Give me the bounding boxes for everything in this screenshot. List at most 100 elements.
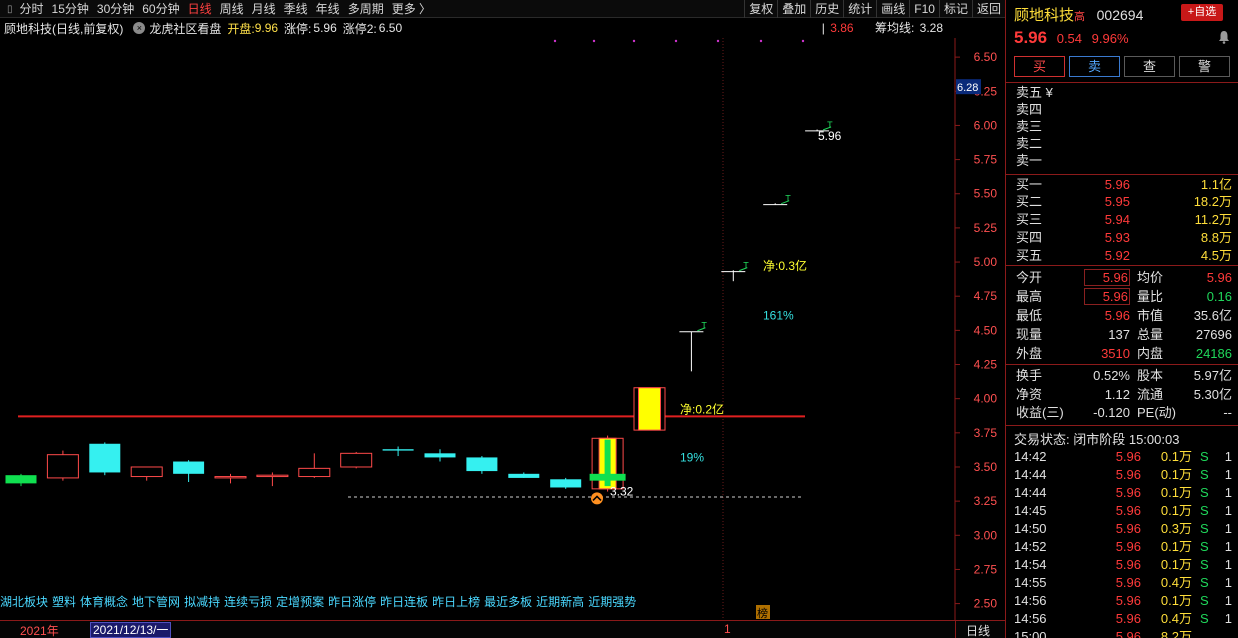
tick-volume: 0.1万 [1160, 503, 1192, 518]
tool-button[interactable]: 返回 [971, 0, 1005, 18]
query-button[interactable]: 查 [1124, 56, 1175, 77]
concept-tag[interactable]: 近期新高 [536, 593, 584, 611]
stat-row: 最低 5.96 市值 35.6亿 [1016, 306, 1232, 325]
stat-value: 5.96 [1206, 270, 1232, 285]
concept-tag[interactable]: 近期强势 [588, 593, 636, 611]
stat-value: 35.6亿 [1193, 308, 1232, 323]
tool-button[interactable]: 标记 [938, 0, 972, 18]
stat-row: 最高 5.96 量比 0.16 [1016, 287, 1232, 306]
stock-code: 002694 [1096, 7, 1144, 23]
add-watchlist-button[interactable]: +自选 [1181, 4, 1223, 21]
bid-row[interactable]: 买一 5.96 1.1亿 [1016, 176, 1232, 194]
current-date-label: 2021/12/13/一 [90, 622, 172, 638]
bid-volume: 4.5万 [1200, 248, 1232, 263]
concept-tag[interactable]: 昨日涨停 [328, 593, 376, 611]
close-indicator-icon[interactable]: × [133, 22, 146, 34]
divider [1006, 364, 1238, 365]
concept-tag[interactable]: 拟减持 [184, 593, 220, 611]
bid-row[interactable]: 买四 5.93 8.8万 [1016, 229, 1232, 247]
tick-row: 14:42 5.96 0.1万 S 1 [1014, 448, 1232, 466]
period-tab[interactable]: 年线 [312, 0, 344, 18]
tool-button[interactable]: 叠加 [777, 0, 810, 18]
stat-label: 净资 [1016, 387, 1043, 402]
ask-row[interactable]: 卖四 [1016, 101, 1232, 119]
tick-time: 14:42 [1014, 449, 1047, 464]
tick-time: 14:52 [1014, 539, 1047, 554]
bell-icon[interactable] [1218, 30, 1230, 44]
period-tab[interactable]: 月线 [248, 0, 280, 18]
concept-tag[interactable]: 最近多板 [484, 593, 532, 611]
tick-volume: 0.1万 [1160, 467, 1192, 482]
tick-time: 14:56 [1014, 611, 1047, 626]
indicator-name[interactable]: 龙虎社区看盘 [149, 20, 221, 37]
tick-time: 14:55 [1014, 575, 1047, 590]
tool-button[interactable]: 画线 [876, 0, 909, 18]
stat-value: 5.96 [1084, 269, 1130, 286]
alert-button[interactable]: 警 [1179, 56, 1230, 77]
avg-cost-value: 3.28 [919, 21, 943, 35]
stat-value: 5.30亿 [1193, 387, 1232, 402]
bid-row[interactable]: 买三 5.94 11.2万 [1016, 211, 1232, 229]
period-tab[interactable]: 多周期 [344, 0, 388, 18]
tool-button[interactable]: 复权 [744, 0, 777, 18]
tick-price: 5.96 [1115, 557, 1141, 572]
concept-tag[interactable]: 体育概念 [80, 593, 128, 611]
period-tab[interactable]: 15分钟 [48, 0, 93, 18]
period-label[interactable]: 日线 [966, 622, 990, 638]
sell-button[interactable]: 卖 [1069, 56, 1120, 77]
ask-row[interactable]: 卖三 [1016, 118, 1232, 136]
tick-count: 1 [1224, 467, 1232, 482]
concept-tag[interactable]: 昨日连板 [380, 593, 428, 611]
tick-price: 5.96 [1115, 593, 1141, 608]
buy-button[interactable]: 买 [1014, 56, 1065, 77]
tool-button[interactable]: 历史 [810, 0, 843, 18]
concept-tag[interactable]: 塑料 [52, 593, 76, 611]
high-price-label: 5.96 [818, 129, 842, 143]
stat-value: 5.96 [1084, 288, 1130, 305]
bid-volume: 1.1亿 [1200, 177, 1232, 192]
tick-row: 14:54 5.96 0.1万 S 1 [1014, 556, 1232, 574]
stat-label: 外盘 [1016, 346, 1043, 361]
bid-price: 5.95 [1104, 194, 1130, 209]
tick-side: S [1200, 503, 1209, 518]
tick-time: 14:56 [1014, 593, 1047, 608]
tick-price: 5.96 [1115, 467, 1141, 482]
tick-count: 1 [1224, 503, 1232, 518]
tick-time: 14:45 [1014, 503, 1047, 518]
period-tab[interactable]: 周线 [216, 0, 248, 18]
ask-row[interactable]: 卖二 [1016, 135, 1232, 153]
concept-tag[interactable]: 昨日上榜 [432, 593, 480, 611]
volume-marker [589, 473, 626, 481]
bid-row[interactable]: 买五 5.92 4.5万 [1016, 247, 1232, 265]
candle-body [466, 457, 498, 472]
tick-row: 14:52 5.96 0.1万 S 1 [1014, 538, 1232, 556]
stat-label: 量比 [1137, 289, 1164, 304]
trade-buttons: 买 卖 查 警 [1014, 56, 1230, 77]
period-tab[interactable]: 季线 [280, 0, 312, 18]
tick-side: S [1200, 611, 1209, 626]
concept-tag[interactable]: 地下管网 [132, 593, 180, 611]
concept-tag[interactable]: 湖北板块 [0, 593, 48, 611]
ask-row[interactable]: 卖一 [1016, 152, 1232, 170]
sidebar-toggle-icon[interactable]: ▯ [4, 4, 16, 15]
period-tab[interactable]: 分时 [16, 0, 48, 18]
tick-side: S [1200, 575, 1209, 590]
period-tab[interactable]: 日线 [184, 0, 216, 18]
ask-label: 卖五 ¥ [1016, 85, 1053, 100]
bid-row[interactable]: 买二 5.95 18.2万 [1016, 193, 1232, 211]
stock-name: 顾地科技 [1014, 7, 1075, 24]
y-tick-label: 6.00 [974, 118, 998, 132]
bid-price: 5.92 [1104, 248, 1130, 263]
ask-row[interactable]: 卖五 ¥ [1016, 84, 1232, 102]
current-price-tag-label: 6.28 [957, 82, 978, 94]
stat-value: 1.12 [1104, 387, 1130, 402]
concept-tag[interactable]: 定增预案 [276, 593, 324, 611]
tool-button[interactable]: 统计 [843, 0, 876, 18]
period-tab[interactable]: 30分钟 [93, 0, 138, 18]
period-tab[interactable]: 更多 〉 [388, 0, 435, 18]
year-label: 2021年 [20, 624, 59, 638]
tool-button[interactable]: F10 [909, 0, 939, 18]
concept-tag[interactable]: 连续亏损 [224, 593, 272, 611]
period-tab[interactable]: 60分钟 [138, 0, 183, 18]
kline-chart[interactable]: 6.506.256.005.755.505.255.004.754.504.25… [0, 38, 1005, 620]
